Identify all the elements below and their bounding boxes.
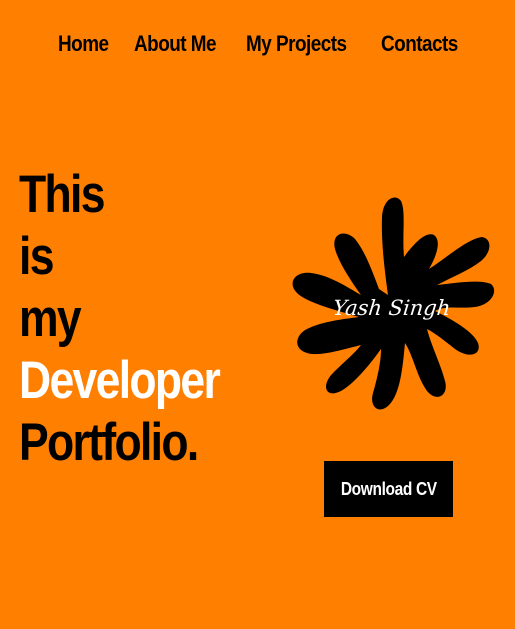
download-cv-label: Download CV — [340, 478, 437, 499]
hero-line-my: my — [19, 289, 82, 348]
hero-line-portfolio: Portfolio. — [19, 413, 199, 472]
hero-line-developer: Developer — [19, 351, 221, 410]
nav-link-contacts[interactable]: Contacts — [381, 28, 458, 60]
hero-line-this: This — [19, 165, 105, 224]
nav-link-home[interactable]: Home — [58, 28, 109, 60]
hero-heading: This is my Developer Portfolio. — [19, 164, 279, 474]
top-nav: Home About Me My Projects Contacts — [0, 28, 515, 60]
nav-link-about-me[interactable]: About Me — [134, 28, 217, 60]
nav-link-my-projects[interactable]: My Projects — [246, 28, 347, 60]
download-cv-button[interactable]: Download CV — [324, 461, 453, 517]
hero-line-is: is — [19, 227, 54, 286]
signature-text: Yash Singh — [331, 296, 452, 320]
